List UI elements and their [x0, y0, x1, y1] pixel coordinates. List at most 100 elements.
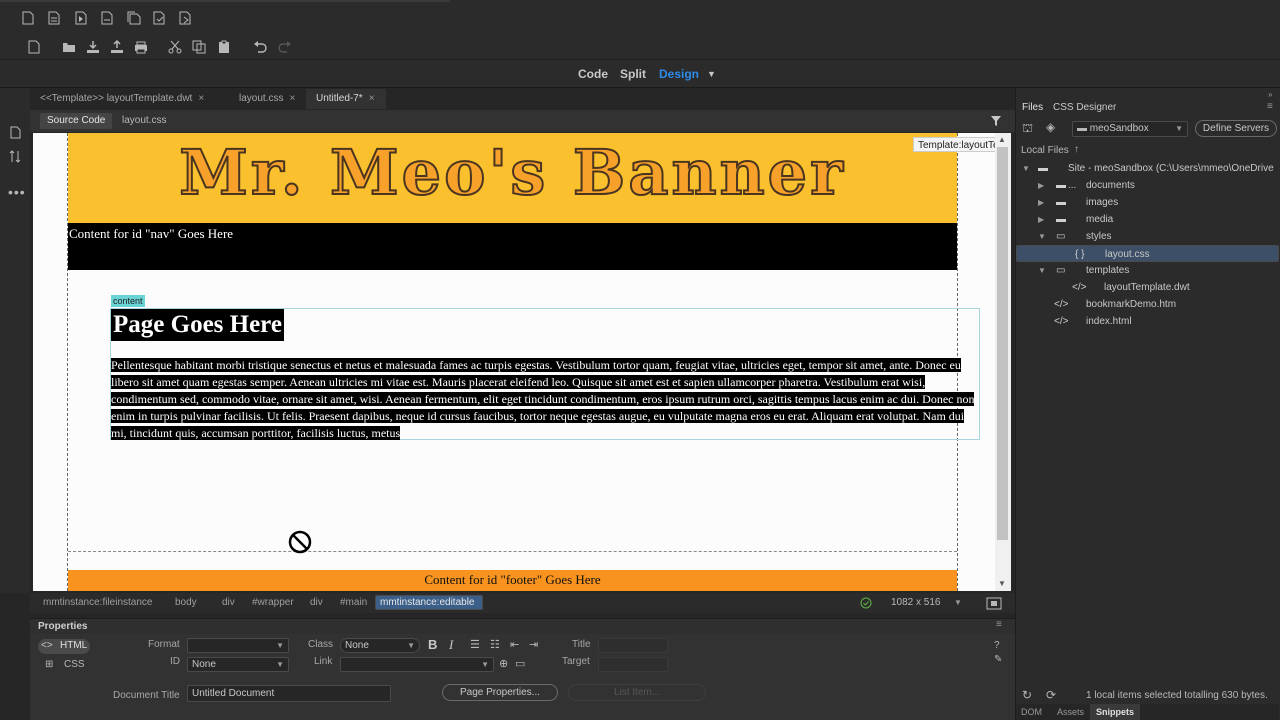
split-view-button[interactable]: Split: [620, 67, 646, 81]
new-file-icon[interactable]: [20, 10, 36, 26]
collapse-icon[interactable]: »: [1268, 90, 1272, 99]
sort-up-icon[interactable]: ↑: [1074, 144, 1079, 155]
format-select[interactable]: ▼: [187, 638, 289, 653]
tag-editable[interactable]: mmtinstance:editable: [375, 595, 483, 610]
code-view-button[interactable]: Code: [578, 67, 608, 81]
tab-layout-template[interactable]: <<Template>> layoutTemplate.dwt ×: [30, 89, 230, 109]
content-region-tag[interactable]: content: [111, 295, 145, 307]
snippets-tab[interactable]: Snippets: [1090, 704, 1141, 720]
class-select[interactable]: None ▼: [340, 638, 420, 653]
site-icon[interactable]: ◈: [1046, 120, 1055, 134]
close-icon[interactable]: ×: [289, 93, 295, 104]
unordered-list-icon[interactable]: ☰: [470, 638, 480, 651]
connect-icon[interactable]: ⛫: [1022, 121, 1033, 137]
css-designer-tab[interactable]: CSS Designer: [1053, 102, 1116, 113]
assets-tab[interactable]: Assets: [1057, 707, 1084, 717]
define-servers-button[interactable]: Define Servers: [1195, 120, 1277, 137]
undo-icon[interactable]: [252, 39, 268, 55]
sync-icon[interactable]: ⟳: [1046, 688, 1056, 702]
css-mode-button[interactable]: ⊞ CSS: [38, 658, 90, 673]
tag-div[interactable]: div: [215, 595, 242, 611]
body-paragraph[interactable]: Pellentesque habitant morbi tristique se…: [111, 357, 981, 442]
view-dropdown-icon[interactable]: ▼: [707, 69, 716, 79]
new-icon[interactable]: [26, 39, 42, 55]
menu-icon[interactable]: ≡: [996, 619, 1002, 630]
panel-menu-icon[interactable]: ≡: [1267, 101, 1273, 112]
copy-icon[interactable]: [191, 39, 207, 55]
tag-fileinstance[interactable]: mmtinstance:fileinstance: [36, 595, 160, 611]
file-icon[interactable]: [7, 124, 23, 140]
window-size-dropdown-icon[interactable]: ▼: [954, 598, 962, 607]
tree-item-media[interactable]: ▶ ▬ media: [1016, 211, 1279, 228]
document-icon[interactable]: [99, 10, 115, 26]
scroll-thumb[interactable]: [997, 147, 1008, 540]
check-document-icon[interactable]: [152, 10, 168, 26]
folder-icon[interactable]: [61, 39, 77, 55]
ordered-list-icon[interactable]: ☷: [490, 638, 500, 651]
italic-button[interactable]: I: [449, 637, 453, 653]
outdent-icon[interactable]: ⇤: [510, 638, 519, 651]
play-icon[interactable]: [73, 10, 89, 26]
tree-item-site[interactable]: ▼ ▬ Site - meoSandbox (C:\Users\mmeo\OneDr…: [1016, 160, 1279, 191]
sort-icon[interactable]: [7, 148, 23, 164]
browse-folder-icon[interactable]: ▭: [515, 657, 525, 670]
canvas-scrollbar[interactable]: ▲ ▼: [995, 133, 1011, 591]
title-input[interactable]: [598, 638, 668, 653]
cut-icon[interactable]: [167, 39, 183, 55]
edit-icon[interactable]: ✎: [994, 654, 1002, 665]
wrapper-div[interactable]: Mr. Meo's Banner Template:layoutTemplate…: [67, 133, 995, 591]
tag-wrapper[interactable]: #wrapper: [245, 595, 301, 611]
tab-layout-css[interactable]: layout.css ×: [229, 89, 307, 109]
scroll-up-icon[interactable]: ▲: [998, 135, 1006, 144]
tree-item-layout-template[interactable]: </> layoutTemplate.dwt: [1016, 279, 1279, 296]
tree-item-index[interactable]: </> index.html: [1016, 313, 1279, 330]
tab-untitled-7[interactable]: Untitled-7* ×: [306, 89, 386, 109]
list-item-button[interactable]: List Item...: [568, 684, 706, 701]
footer-div[interactable]: Content for id "footer" Goes Here: [68, 570, 957, 591]
layout-css-tab[interactable]: layout.css: [115, 113, 173, 129]
site-select[interactable]: ▬ meoSandbox ▼: [1072, 121, 1188, 137]
id-select[interactable]: None ▼: [187, 657, 289, 672]
print-icon[interactable]: [133, 39, 149, 55]
dom-tab[interactable]: DOM: [1021, 707, 1042, 717]
paste-icon[interactable]: [216, 39, 232, 55]
help-icon[interactable]: ?: [994, 640, 1000, 651]
tag-body[interactable]: body: [168, 595, 204, 611]
close-icon[interactable]: ×: [198, 93, 204, 104]
copy-document-icon[interactable]: [126, 10, 142, 26]
indent-icon[interactable]: ⇥: [529, 638, 538, 651]
files-tab[interactable]: Files: [1022, 102, 1043, 113]
document-title-input[interactable]: Untitled Document: [187, 685, 391, 702]
scroll-down-icon[interactable]: ▼: [998, 579, 1006, 588]
bold-button[interactable]: B: [428, 637, 437, 652]
nav-div[interactable]: Content for id "nav" Goes Here: [68, 223, 957, 270]
design-view-button[interactable]: Design: [659, 67, 699, 81]
point-to-file-icon[interactable]: ⊕: [499, 657, 508, 670]
html-mode-button[interactable]: <> HTML: [38, 639, 90, 654]
design-canvas[interactable]: Mr. Meo's Banner Template:layoutTemplate…: [33, 133, 995, 591]
upload-icon[interactable]: [109, 39, 125, 55]
tree-item-templates[interactable]: ▼ ▭ templates: [1016, 262, 1279, 279]
tree-item-bookmark-demo[interactable]: </> bookmarkDemo.htm: [1016, 296, 1279, 313]
tag-div-2[interactable]: div: [303, 595, 330, 611]
target-select[interactable]: [598, 657, 668, 672]
close-icon[interactable]: ×: [369, 93, 375, 104]
window-size[interactable]: 1082 x 516: [891, 597, 941, 608]
tag-main[interactable]: #main: [333, 595, 374, 611]
page-properties-button[interactable]: Page Properties...: [442, 684, 558, 701]
open-file-icon[interactable]: [46, 10, 62, 26]
more-icon[interactable]: •••: [8, 184, 26, 200]
tree-item-documents[interactable]: ▶ ▬ documents: [1016, 177, 1279, 194]
filter-icon[interactable]: [988, 113, 1004, 129]
redo-icon[interactable]: [277, 39, 293, 55]
tree-item-styles[interactable]: ▼ ▭ styles: [1016, 228, 1279, 245]
link-input[interactable]: ▼: [340, 657, 494, 672]
tree-item-images[interactable]: ▶ ▬ images: [1016, 194, 1279, 211]
page-heading[interactable]: Page Goes Here: [111, 309, 284, 341]
preview-icon[interactable]: [985, 595, 1003, 611]
source-code-tab[interactable]: Source Code: [40, 113, 113, 129]
tree-item-layout-css[interactable]: { } layout.css: [1016, 245, 1279, 262]
refresh-icon[interactable]: ↻: [1022, 688, 1032, 702]
file-compare-icon[interactable]: [178, 10, 194, 26]
download-icon[interactable]: [85, 39, 101, 55]
